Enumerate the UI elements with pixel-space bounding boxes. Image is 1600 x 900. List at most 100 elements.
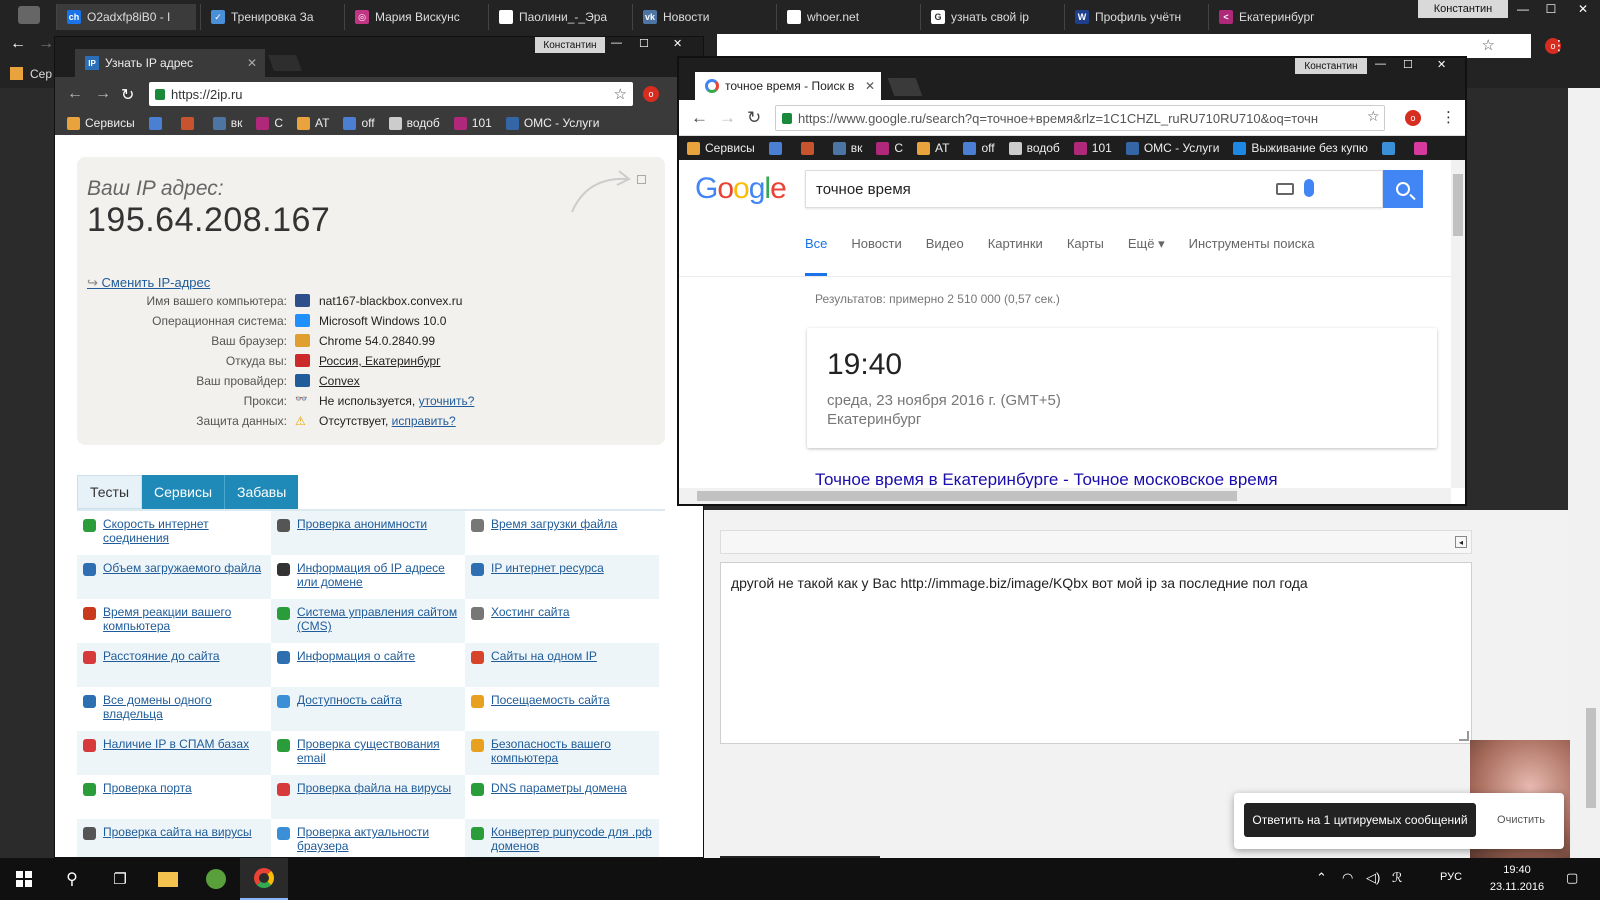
- tab-7[interactable]: W Профиль учётн: [1064, 4, 1204, 30]
- bookmark-item[interactable]: [1381, 141, 1400, 155]
- search-nav-item[interactable]: Картинки: [988, 236, 1067, 276]
- service-link[interactable]: Проверка файла на вирусы: [297, 781, 451, 795]
- collapse-icon[interactable]: ◂: [1455, 536, 1467, 548]
- close-button[interactable]: ✕: [1437, 58, 1446, 71]
- search-nav-item[interactable]: Новости: [851, 236, 925, 276]
- forward-icon[interactable]: →: [95, 85, 111, 103]
- menu-icon[interactable]: ⋮: [1441, 108, 1456, 126]
- bookmark-item[interactable]: С: [256, 116, 283, 130]
- service-link[interactable]: Все домены одного владельца: [103, 693, 212, 721]
- proxy-clarify-link[interactable]: уточнить?: [419, 394, 475, 408]
- bookmark-item[interactable]: 101: [1073, 141, 1112, 155]
- service-link[interactable]: Сайты на одном IP: [491, 649, 597, 663]
- keyboard-icon[interactable]: [1276, 183, 1294, 195]
- maximize-button[interactable]: ☐: [1538, 0, 1564, 18]
- service-link[interactable]: Информация об IP адресе или домене: [297, 561, 445, 589]
- language-indicator[interactable]: РУС: [1440, 871, 1462, 883]
- tab-1[interactable]: ✓ Тренировка За: [200, 4, 340, 30]
- start-button[interactable]: [0, 858, 48, 900]
- search-button[interactable]: [1383, 170, 1423, 208]
- address-bar[interactable]: https://2ip.ru ☆: [149, 82, 633, 106]
- tab-services[interactable]: Сервисы: [142, 475, 225, 509]
- google-logo[interactable]: Google: [695, 172, 787, 206]
- service-link[interactable]: Конвертер punycode для .рф доменов: [491, 825, 652, 853]
- profile-button[interactable]: Константин: [535, 37, 605, 53]
- tab-tests[interactable]: Тесты: [77, 475, 143, 509]
- new-tab-button[interactable]: [887, 78, 923, 96]
- resize-grip-icon[interactable]: [1459, 731, 1469, 741]
- clear-button[interactable]: Очистить: [1488, 803, 1554, 837]
- result-link[interactable]: Точное время в Екатеринбурге - Точное мо…: [815, 470, 1278, 490]
- bookmark-item[interactable]: ОМС - Услуги: [1125, 141, 1219, 155]
- profile-button[interactable]: Константин: [1418, 0, 1508, 18]
- service-link[interactable]: Система управления сайтом (CMS): [297, 605, 457, 633]
- close-button[interactable]: ✕: [1566, 0, 1600, 18]
- tab-google-search[interactable]: точное время - Поиск в ✕: [695, 72, 881, 100]
- back-icon[interactable]: ←: [10, 35, 26, 53]
- bookmark-item[interactable]: [800, 141, 819, 155]
- bookmark-item[interactable]: Сервисы: [687, 141, 755, 155]
- forward-icon[interactable]: →: [719, 108, 736, 128]
- info-value[interactable]: Россия, Екатеринбург: [319, 354, 441, 368]
- network-icon[interactable]: ◠: [1342, 870, 1353, 886]
- service-link[interactable]: Наличие IP в СПАМ базах: [103, 737, 249, 751]
- extension-icon[interactable]: o: [643, 86, 659, 102]
- tab-close-icon[interactable]: ✕: [247, 56, 257, 70]
- service-link[interactable]: Объем загружаемого файла: [103, 561, 261, 575]
- tab-0[interactable]: ch O2adxfp8iB0 - I: [56, 4, 196, 30]
- main-address-bar[interactable]: ☆ o: [717, 34, 1561, 58]
- bookmark-item[interactable]: off: [343, 116, 375, 130]
- new-tab-button[interactable]: [268, 55, 302, 71]
- tab-6[interactable]: Gузнать свой ip: [920, 4, 1060, 30]
- back-icon[interactable]: ←: [67, 85, 83, 103]
- change-ip-text[interactable]: Сменить IP-адрес: [102, 275, 211, 290]
- service-link[interactable]: Время реакции вашего компьютера: [103, 605, 231, 633]
- search-nav-item[interactable]: Карты: [1067, 236, 1128, 276]
- scrollbar-thumb[interactable]: [1453, 174, 1463, 236]
- search-nav-item[interactable]: Ещё ▾: [1128, 236, 1189, 276]
- address-bar[interactable]: https://www.google.ru/search?q=точное+вр…: [775, 105, 1385, 131]
- menu-icon[interactable]: ⋮: [1552, 37, 1566, 54]
- bookmark-item[interactable]: [180, 116, 199, 130]
- search-input[interactable]: точное время: [805, 170, 1383, 208]
- service-link[interactable]: Расстояние до сайта: [103, 649, 220, 663]
- bookmark-item[interactable]: водоб: [1008, 141, 1060, 155]
- bookmark-item[interactable]: Сервисы: [67, 116, 135, 130]
- bookmark-item[interactable]: off: [963, 141, 995, 155]
- service-link[interactable]: Доступность сайта: [297, 693, 402, 707]
- bookmark-item[interactable]: вк: [212, 116, 242, 130]
- minimize-button[interactable]: —: [611, 37, 622, 49]
- change-ip-link[interactable]: ↪ Сменить IP-адрес: [87, 275, 210, 291]
- tab-4[interactable]: vk Новости: [632, 4, 772, 30]
- profile-button[interactable]: Константин: [1295, 58, 1367, 74]
- tab-3[interactable]: Паолини_-_Эра: [488, 4, 628, 30]
- bookmark-item[interactable]: 101: [453, 116, 492, 130]
- reload-icon[interactable]: ↻: [121, 85, 134, 105]
- minimize-button[interactable]: —: [1375, 58, 1386, 70]
- reload-icon[interactable]: ↻: [747, 108, 761, 128]
- protection-fix-link[interactable]: исправить?: [392, 414, 456, 428]
- tab-2[interactable]: ◎ Мария Вискунc: [344, 4, 484, 30]
- search-nav-item[interactable]: Все: [805, 236, 828, 276]
- chrome-icon[interactable]: [240, 858, 288, 900]
- bookmark-services[interactable]: Сер: [30, 67, 52, 81]
- minimize-button[interactable]: —: [1510, 0, 1536, 18]
- bookmark-item[interactable]: С: [876, 141, 903, 155]
- search-icon[interactable]: ⚲: [48, 858, 96, 900]
- collapse-icon[interactable]: [637, 175, 646, 184]
- bookmark-item[interactable]: [1413, 141, 1432, 155]
- show-hidden-icons-icon[interactable]: ⌃: [1316, 870, 1327, 886]
- scrollbar-thumb[interactable]: [1586, 708, 1596, 808]
- service-link[interactable]: Посещаемость сайта: [491, 693, 610, 707]
- service-link[interactable]: Информация о сайте: [297, 649, 415, 663]
- clock[interactable]: 19:40 23.11.2016: [1484, 862, 1550, 896]
- reply-quotes-button[interactable]: Ответить на 1 цитируемых сообщений: [1244, 803, 1476, 837]
- apps-icon[interactable]: [10, 67, 23, 80]
- bookmark-item[interactable]: ОМС - Услуги: [505, 116, 599, 130]
- tab-5[interactable]: whoer.net: [776, 4, 916, 30]
- search-nav-item[interactable]: Инструменты поиска: [1189, 236, 1339, 276]
- reply-editor[interactable]: другой не такой как у Вас http://immage.…: [720, 562, 1472, 744]
- service-link[interactable]: Время загрузки файла: [491, 517, 617, 531]
- service-link[interactable]: Скорость интернет соединения: [103, 517, 209, 545]
- horizontal-scrollbar[interactable]: [679, 488, 1451, 504]
